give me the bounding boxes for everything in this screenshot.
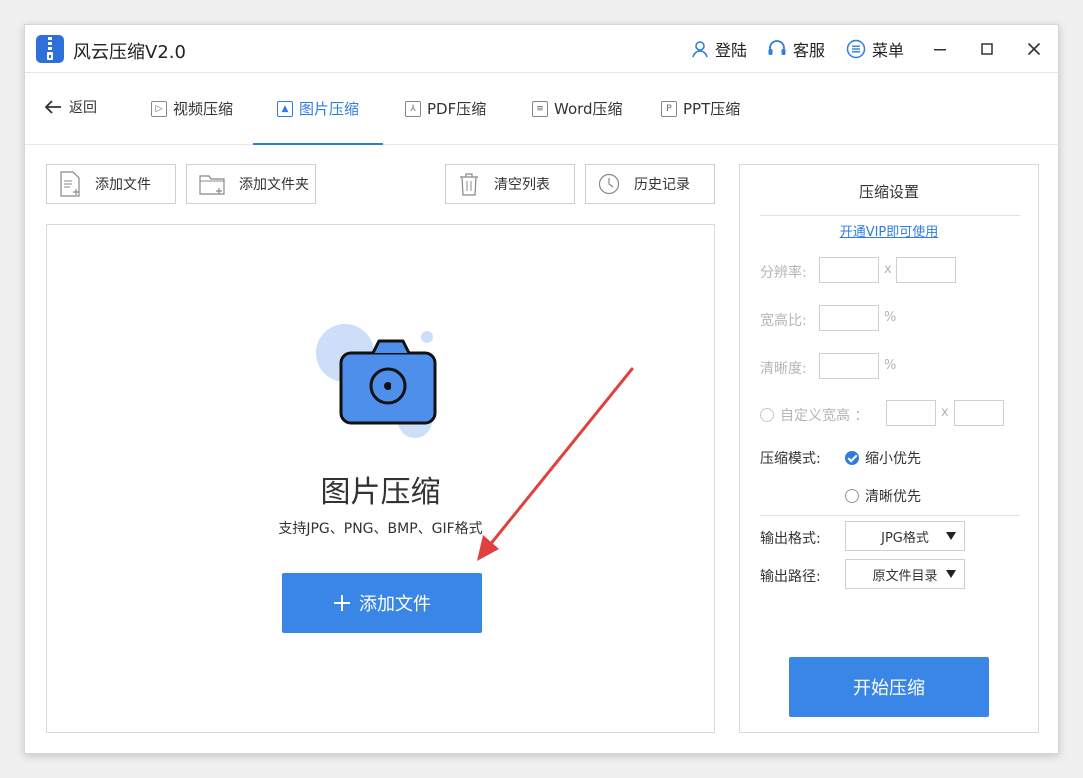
radio-circle xyxy=(845,489,859,503)
settings-title: 压缩设置 xyxy=(858,183,919,201)
pdf-icon: ⅄ xyxy=(405,100,421,117)
mode-option-shrink[interactable]: 缩小优先 xyxy=(845,448,921,468)
back-button[interactable]: 返回 xyxy=(43,97,97,117)
file-drop-area[interactable]: 图片压缩 支持JPG、PNG、BMP、GIF格式 添加文件 xyxy=(46,224,715,733)
custom-height-input[interactable] xyxy=(954,400,1004,426)
app-window: 风云压缩V2.0 登陆 客服 菜单 返回 ▷ 视频压缩 ▲ 图片压缩 ⅄ PDF… xyxy=(24,24,1059,754)
tab-pdf[interactable]: ⅄ PDF压缩 xyxy=(405,73,486,144)
clarity-unit: % xyxy=(884,358,897,373)
radio-checked-icon xyxy=(845,451,859,465)
ppt-icon: P xyxy=(661,100,677,117)
add-file-big-button[interactable]: 添加文件 xyxy=(282,573,482,633)
mode-option-label: 缩小优先 xyxy=(865,451,921,467)
compression-settings-panel: 压缩设置 开通VIP即可使用 分辨率: x 宽高比: % 清晰度: % 自定义宽… xyxy=(739,164,1039,733)
format-value: JPG格式 xyxy=(881,530,929,546)
user-icon xyxy=(692,41,708,58)
path-label: 输出路径: xyxy=(760,569,821,585)
mode-option-label: 清晰优先 xyxy=(865,489,921,505)
menu-button[interactable]: 菜单 xyxy=(846,37,904,61)
login-label: 登陆 xyxy=(715,41,748,60)
tab-label: 视频压缩 xyxy=(173,100,234,118)
close-button[interactable] xyxy=(1022,37,1046,61)
plus-icon xyxy=(334,595,350,611)
menu-label: 菜单 xyxy=(872,41,905,60)
tab-bar: 返回 ▷ 视频压缩 ▲ 图片压缩 ⅄ PDF压缩 ≡ Word压缩 P PPT压… xyxy=(25,73,1058,145)
add-folder-button[interactable]: 添加文件夹 xyxy=(186,164,316,204)
image-icon: ▲ xyxy=(277,100,293,117)
maximize-button[interactable] xyxy=(975,37,999,61)
clear-list-button[interactable]: 清空列表 xyxy=(445,164,575,204)
custom-separator: x xyxy=(941,405,949,420)
tab-label: 图片压缩 xyxy=(299,100,360,118)
add-file-button[interactable]: 添加文件 xyxy=(46,164,176,204)
add-file-icon xyxy=(60,171,80,197)
format-select[interactable]: JPG格式 xyxy=(845,521,965,551)
title-bar: 风云压缩V2.0 登陆 客服 菜单 xyxy=(25,25,1058,73)
add-folder-icon xyxy=(199,175,225,195)
format-label: 输出格式: xyxy=(760,531,821,547)
tab-image[interactable]: ▲ 图片压缩 xyxy=(253,73,384,145)
login-button[interactable]: 登陆 xyxy=(691,37,747,61)
aspect-unit: % xyxy=(884,310,897,325)
close-icon xyxy=(1027,42,1041,56)
trash-icon xyxy=(460,173,478,196)
minimize-button[interactable] xyxy=(928,37,952,61)
add-folder-label: 添加文件夹 xyxy=(239,177,309,193)
resolution-width-input[interactable] xyxy=(819,257,879,283)
history-label: 历史记录 xyxy=(634,177,690,193)
tab-label: Word压缩 xyxy=(554,100,623,118)
clarity-label: 清晰度: xyxy=(760,361,807,377)
add-file-label: 添加文件 xyxy=(95,177,151,193)
tab-label: PPT压缩 xyxy=(683,100,741,118)
play-icon: ▷ xyxy=(151,100,167,117)
back-label: 返回 xyxy=(69,100,97,116)
divider xyxy=(760,515,1020,516)
resolution-separator: x xyxy=(884,262,892,277)
clarity-input[interactable] xyxy=(819,353,879,379)
caret-down-icon xyxy=(946,570,956,578)
maximize-icon xyxy=(981,43,993,55)
headset-icon xyxy=(768,40,786,55)
tab-label: PDF压缩 xyxy=(427,100,487,118)
add-file-big-label: 添加文件 xyxy=(359,594,431,615)
history-button[interactable]: 历史记录 xyxy=(585,164,715,204)
tab-word[interactable]: ≡ Word压缩 xyxy=(532,73,623,144)
clock-icon xyxy=(598,173,620,195)
arrow-left-icon xyxy=(44,100,61,114)
path-value: 原文件目录 xyxy=(872,568,938,584)
caret-down-icon xyxy=(946,532,956,540)
divider xyxy=(760,215,1020,216)
red-arrow-annotation xyxy=(477,367,634,561)
menu-icon xyxy=(846,39,866,59)
custom-width-input[interactable] xyxy=(886,400,936,426)
camera-icon xyxy=(316,324,437,438)
resolution-height-input[interactable] xyxy=(896,257,956,283)
aspect-label: 宽高比: xyxy=(760,313,807,329)
custom-size-radio[interactable]: 自定义宽高 ： xyxy=(760,405,868,425)
vip-link[interactable]: 开通VIP即可使用 xyxy=(740,221,1038,240)
resolution-label: 分辨率: xyxy=(760,265,807,281)
minimize-icon xyxy=(934,49,946,51)
doc-icon: ≡ xyxy=(532,100,548,117)
tab-video[interactable]: ▷ 视频压缩 xyxy=(151,73,233,144)
start-compress-button[interactable]: 开始压缩 xyxy=(789,657,989,717)
service-label: 客服 xyxy=(793,41,826,60)
app-logo-icon xyxy=(36,35,64,63)
clear-list-label: 清空列表 xyxy=(494,177,550,193)
custom-size-label: 自定义宽高 ： xyxy=(780,408,869,424)
radio-circle xyxy=(760,408,774,422)
tab-ppt[interactable]: P PPT压缩 xyxy=(661,73,740,144)
service-button[interactable]: 客服 xyxy=(767,37,825,61)
aspect-input[interactable] xyxy=(819,305,879,331)
mode-label: 压缩模式: xyxy=(760,451,821,467)
mode-option-clarity[interactable]: 清晰优先 xyxy=(845,486,921,506)
app-title: 风云压缩V2.0 xyxy=(73,42,186,63)
path-select[interactable]: 原文件目录 xyxy=(845,559,965,589)
